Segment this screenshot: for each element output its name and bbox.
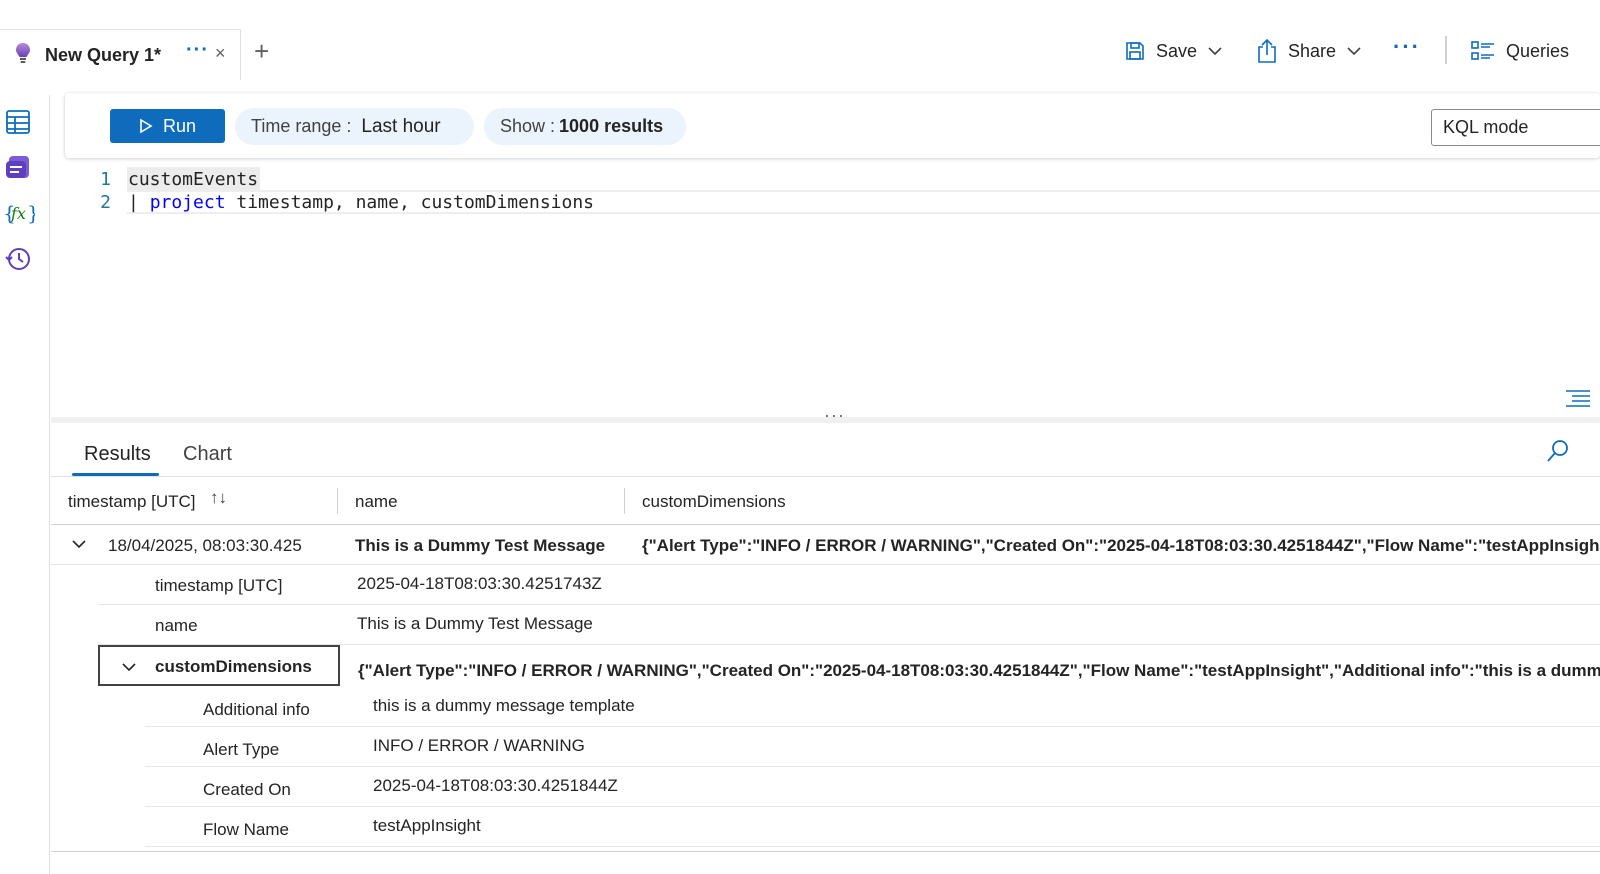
nested-value: INFO / ERROR / WARNING	[373, 736, 585, 755]
tab-chart[interactable]: Chart	[183, 443, 232, 466]
function-icon[interactable]: { fx }	[3, 199, 35, 227]
search-icon[interactable]	[1545, 438, 1569, 464]
run-label: Run	[162, 115, 197, 136]
left-rail: { fx }	[0, 95, 50, 874]
save-label: Save	[1156, 40, 1198, 61]
share-button[interactable]: Share	[1256, 36, 1362, 66]
queries-label: Queries	[1506, 40, 1570, 61]
column-divider[interactable]	[337, 488, 338, 514]
nested-value: this is a dummy message template	[373, 696, 635, 715]
share-label: Share	[1288, 40, 1337, 61]
table-icon[interactable]	[4, 108, 32, 136]
chevron-down-icon[interactable]	[72, 539, 86, 549]
mode-value: KQL mode	[1443, 117, 1529, 137]
sort-icon[interactable]: ↑↓	[210, 488, 227, 508]
active-tab-indicator	[72, 473, 159, 476]
query-editor[interactable]: 1 customEvents 2 | project timestamp, na…	[51, 160, 1600, 418]
svg-text:fx: fx	[10, 204, 26, 223]
detail-value: 2025-04-18T08:03:30.4251743Z	[357, 574, 602, 593]
time-range-label: Time range :	[251, 116, 352, 136]
pipe-operator: |	[128, 192, 150, 213]
nested-key: Alert Type	[203, 740, 280, 759]
show-label: Show :	[500, 116, 556, 136]
nested-row: Additional info this is a dummy message …	[145, 687, 1600, 727]
nested-key: Flow Name	[203, 820, 289, 839]
run-button[interactable]: Run	[110, 109, 225, 143]
tab-close-icon[interactable]: ×	[215, 43, 226, 64]
nested-value: 2025-04-18T08:03:30.4251844Z	[373, 776, 618, 795]
detail-value: This is a Dummy Test Message	[357, 614, 593, 633]
share-icon	[1258, 38, 1276, 63]
show-value: 1000 results	[559, 116, 664, 136]
history-icon[interactable]	[4, 245, 32, 273]
tab-more-button[interactable]: ···	[186, 39, 209, 62]
tab-results[interactable]: Results	[84, 443, 151, 466]
column-header-name[interactable]: name	[355, 492, 398, 512]
detail-key: customDimensions	[155, 657, 312, 676]
splitter-handle[interactable]: ···	[824, 405, 845, 426]
results-grid-header: timestamp [UTC] ↑↓ name customDimensions	[51, 478, 1600, 525]
save-icon	[1126, 42, 1144, 60]
queries-button[interactable]: Queries	[1470, 36, 1569, 66]
column-header-timestamp[interactable]: timestamp [UTC]	[68, 492, 196, 512]
command-bar: Run Time range : Last hour Show : 1000 r…	[65, 93, 1600, 158]
detail-key: timestamp [UTC]	[155, 576, 283, 595]
time-range-value: Last hour	[361, 115, 441, 137]
chevron-down-icon[interactable]	[122, 662, 136, 672]
toolbar-more-button[interactable]: ···	[1393, 34, 1421, 60]
custom-dimensions-key-cell[interactable]: customDimensions	[98, 645, 340, 686]
add-tab-button[interactable]: +	[254, 38, 269, 64]
tab-active-indicator	[0, 80, 241, 82]
detail-row: timestamp [UTC] 2025-04-18T08:03:30.4251…	[98, 565, 1600, 605]
time-range-picker[interactable]: Time range : Last hour	[235, 108, 474, 145]
code-line: | project timestamp, name, customDimensi…	[128, 192, 594, 213]
nested-key: Additional info	[203, 700, 310, 719]
queries-icon	[1471, 41, 1494, 60]
detail-key: name	[155, 616, 198, 635]
table-row[interactable]: 18/04/2025, 08:03:30.425 This is a Dummy…	[51, 525, 1600, 565]
code-text: timestamp, name, customDimensions	[225, 192, 595, 213]
svg-text:}: }	[27, 201, 35, 225]
chevron-down-icon	[1208, 47, 1222, 56]
detail-value: {"Alert Type":"INFO / ERROR / WARNING","…	[358, 661, 1600, 680]
cell-name: This is a Dummy Test Message	[355, 536, 606, 555]
line-number: 2	[100, 192, 111, 213]
nested-row: Flow Name testAppInsight	[145, 807, 1600, 847]
save-button[interactable]: Save	[1124, 36, 1223, 66]
tables-icon[interactable]	[4, 153, 32, 181]
chevron-down-icon	[1347, 47, 1361, 56]
format-icon[interactable]	[1564, 388, 1592, 410]
nested-row: Created On 2025-04-18T08:03:30.4251844Z	[145, 767, 1600, 807]
custom-dimensions-row[interactable]: customDimensions {"Alert Type":"INFO / E…	[98, 645, 1600, 687]
mode-select[interactable]: KQL mode ▾	[1431, 109, 1600, 146]
detail-row: name This is a Dummy Test Message	[98, 605, 1600, 645]
results-tabs: Results Chart	[51, 425, 1600, 477]
kql-keyword: project	[149, 192, 226, 213]
lightbulb-icon	[16, 43, 30, 63]
nested-row: Alert Type INFO / ERROR / WARNING	[145, 727, 1600, 767]
toolbar-divider	[1445, 36, 1447, 64]
nested-value: testAppInsight	[373, 816, 481, 835]
tab-bar: New Query 1* ··· × + Save Share ··· Quer…	[0, 0, 1600, 95]
query-tab-title: New Query 1*	[45, 45, 162, 65]
result-limit-picker[interactable]: Show : 1000 results	[484, 108, 686, 145]
cell-customdimensions: {"Alert Type":"INFO / ERROR / WARNING","…	[642, 536, 1600, 555]
column-header-customdimensions[interactable]: customDimensions	[642, 492, 786, 512]
column-divider[interactable]	[624, 488, 625, 514]
play-icon	[140, 118, 153, 134]
query-tab[interactable]: New Query 1* ··· ×	[0, 29, 241, 82]
code-line: customEvents	[128, 169, 259, 190]
grid-bottom-border	[51, 851, 1600, 852]
line-number: 1	[100, 169, 111, 190]
nested-key: Created On	[203, 780, 291, 799]
cell-timestamp: 18/04/2025, 08:03:30.425	[108, 536, 302, 555]
